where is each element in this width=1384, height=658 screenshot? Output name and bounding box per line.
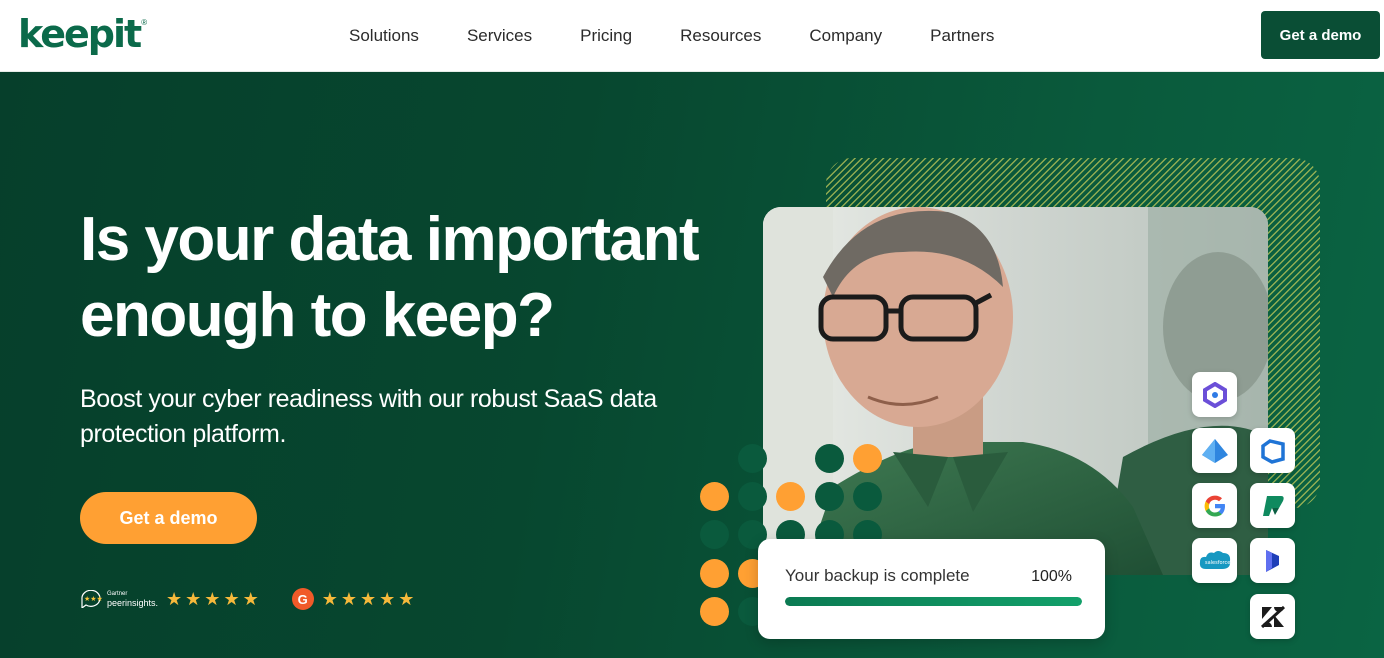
registered-mark: ®: [141, 18, 148, 27]
microsoft-365-icon[interactable]: [1192, 372, 1237, 417]
header-get-demo-button[interactable]: Get a demo: [1261, 11, 1380, 59]
azure-devops-icon[interactable]: [1250, 428, 1295, 473]
g2-rating-stars: ★★★★★: [321, 588, 418, 609]
nav-services[interactable]: Services: [467, 26, 532, 46]
backup-status-label: Your backup is complete: [785, 566, 970, 585]
backup-progress-bar: [785, 597, 1082, 606]
nav-company[interactable]: Company: [809, 26, 882, 46]
zendesk-icon[interactable]: [1250, 594, 1295, 639]
entra-id-icon[interactable]: [1192, 428, 1237, 473]
nav-pricing[interactable]: Pricing: [580, 26, 632, 46]
hero-headline: Is your data important enough to keep?: [80, 205, 700, 350]
svg-text:salesforce: salesforce: [1205, 560, 1230, 566]
power-platform-icon[interactable]: [1250, 483, 1295, 528]
site-header: keepit ® Solutions Services Pricing Reso…: [0, 0, 1384, 72]
gartner-peer-insights-logo: ★★★ Gartner peerinsights.: [80, 590, 158, 608]
svg-text:★★★: ★★★: [84, 595, 103, 603]
hero-section: Is your data important enough to keep? B…: [0, 72, 1384, 658]
nav-partners[interactable]: Partners: [930, 26, 994, 46]
ratings-row: ★★★ Gartner peerinsights. ★★★★★ G ★★★★★: [80, 586, 417, 612]
backup-progress-fill: [785, 597, 1082, 606]
backup-status-card: Your backup is complete 100%: [758, 539, 1105, 639]
dynamics-365-icon[interactable]: [1250, 538, 1295, 583]
peer-insights-label: peerinsights.: [107, 597, 159, 608]
logo-wordmark: keepit: [18, 12, 142, 56]
keepit-logo[interactable]: keepit ®: [18, 14, 147, 56]
salesforce-icon[interactable]: salesforce: [1192, 538, 1237, 583]
hero-get-demo-button[interactable]: Get a demo: [80, 492, 257, 544]
main-nav: Solutions Services Pricing Resources Com…: [325, 0, 1018, 72]
backup-percent: 100%: [1031, 568, 1072, 585]
gartner-label: Gartner: [107, 590, 128, 597]
nav-solutions[interactable]: Solutions: [349, 26, 419, 46]
g2-logo-icon: G: [291, 588, 314, 610]
integration-icons: salesforce: [1192, 372, 1296, 642]
hero-subheadline: Boost your cyber readiness with our robu…: [80, 385, 657, 448]
google-icon[interactable]: [1192, 483, 1237, 528]
gartner-badge-icon: ★★★: [81, 590, 103, 608]
gartner-rating-stars: ★★★★★: [166, 588, 262, 609]
nav-resources[interactable]: Resources: [680, 26, 761, 46]
